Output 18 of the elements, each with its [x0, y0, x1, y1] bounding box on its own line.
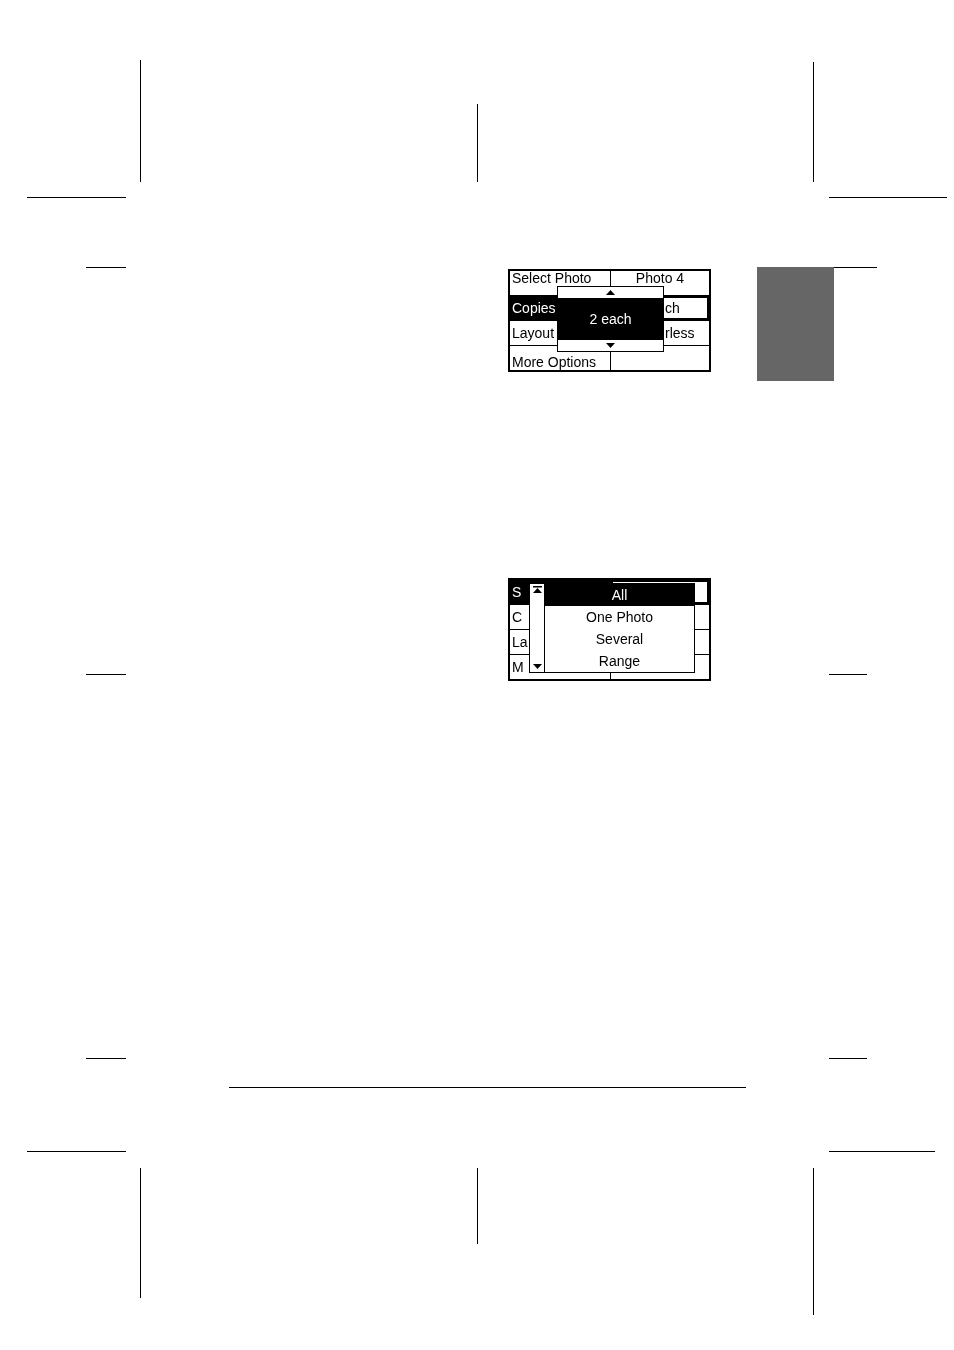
popup-item[interactable]: 2 each — [558, 298, 663, 340]
down-arrow-icon — [532, 664, 542, 669]
menu-item[interactable]: M — [512, 660, 524, 674]
menu-value: ch — [665, 301, 680, 315]
menu-value: Photo 4 — [635, 271, 685, 285]
menu-item[interactable]: More Options — [512, 355, 597, 369]
menu-item[interactable]: Copies — [512, 301, 556, 315]
menu-item[interactable]: Select Photo — [512, 271, 592, 285]
top-arrow-icon — [532, 586, 542, 593]
menu-item[interactable]: C — [512, 610, 523, 624]
menu-item[interactable]: S — [512, 585, 522, 599]
up-arrow-icon — [606, 290, 615, 295]
menu-item[interactable]: La — [512, 635, 528, 649]
scroll-bar[interactable] — [530, 584, 545, 672]
menu-item[interactable]: Layout — [512, 326, 555, 340]
down-arrow-icon — [606, 343, 615, 348]
menu-value: rless — [665, 326, 695, 340]
popup-item[interactable]: All — [545, 584, 694, 606]
